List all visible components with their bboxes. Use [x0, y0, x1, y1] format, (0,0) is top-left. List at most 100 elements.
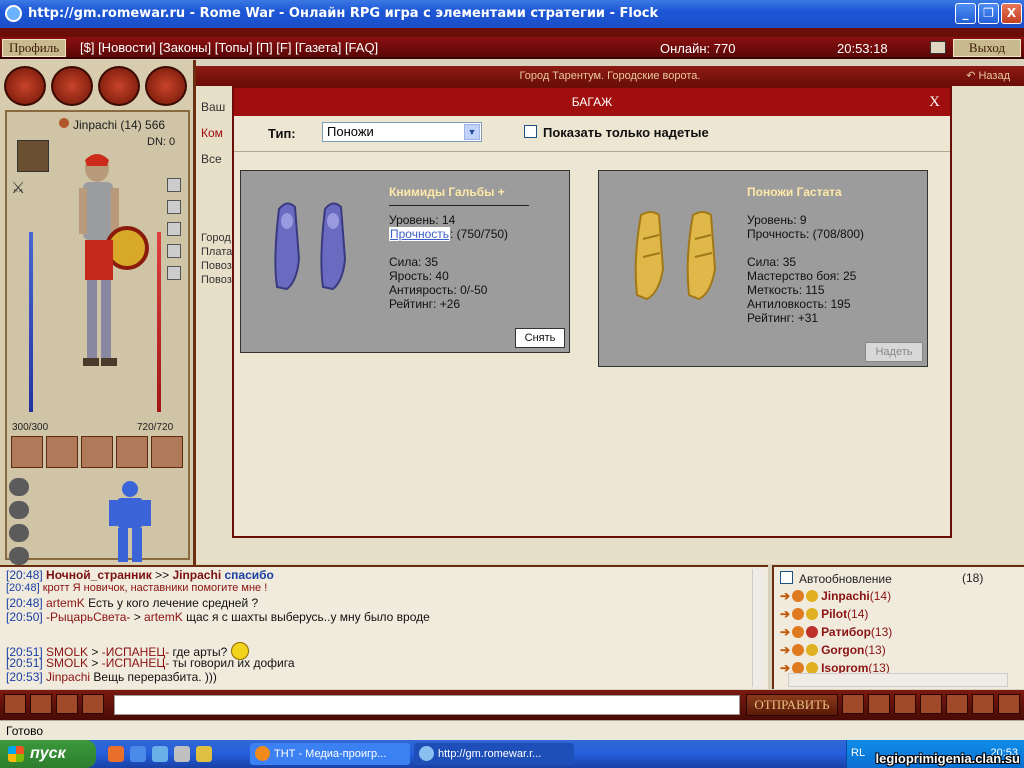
type-select[interactable]: Поножи ▼: [322, 122, 482, 142]
firefox-icon[interactable]: [108, 746, 124, 762]
belt-slot[interactable]: [81, 436, 113, 468]
show-worn-toggle[interactable]: Показать только надетые: [524, 125, 709, 140]
close-window-button[interactable]: X: [1001, 3, 1022, 24]
chat-nick[interactable]: artemK: [46, 596, 85, 610]
alarm-icon[interactable]: [972, 694, 994, 714]
chat-scrollbar[interactable]: [752, 569, 766, 687]
belt-slot[interactable]: [116, 436, 148, 468]
private-arrow-icon[interactable]: ➔: [780, 643, 790, 657]
greaves-image: [634, 211, 717, 301]
side-slot-1[interactable]: [167, 178, 181, 192]
profile-button[interactable]: Профиль: [2, 39, 67, 57]
user-row[interactable]: ➔ Jinpachi(14): [780, 589, 891, 603]
desktop-icon[interactable]: [152, 746, 168, 762]
window-titlebar: http://gm.romewar.ru - Rome War - Онлайн…: [0, 0, 1024, 28]
weapon-slot[interactable]: [17, 140, 49, 172]
show-worn-checkbox[interactable]: [524, 125, 537, 138]
user-name[interactable]: Pilot: [821, 607, 847, 621]
durability-link[interactable]: Прочность: [389, 227, 451, 241]
taskbar-item-media[interactable]: ТНТ - Медиа-проигр...: [250, 743, 410, 765]
player-name[interactable]: Jinpachi (14) 566: [73, 118, 165, 132]
private-arrow-icon[interactable]: ➔: [780, 625, 790, 639]
unequip-button[interactable]: Снять: [515, 328, 565, 348]
user-name[interactable]: Gorgon: [821, 643, 864, 657]
mail-icon[interactable]: [894, 694, 916, 714]
chat-nick[interactable]: Jinpachi: [172, 568, 221, 582]
chat-time[interactable]: [20:48]: [6, 582, 40, 594]
belt-slot[interactable]: [11, 436, 43, 468]
maximize-button[interactable]: ❐: [978, 3, 999, 24]
chat-nick[interactable]: Jinpachi: [46, 670, 90, 684]
chat-time[interactable]: [20:48]: [6, 568, 43, 582]
chat-time[interactable]: [20:53]: [6, 670, 43, 684]
autoupdate-checkbox[interactable]: [780, 571, 793, 584]
taskbar-item-browser[interactable]: http://gm.romewar.r...: [414, 743, 574, 765]
chat-message-input[interactable]: [114, 695, 740, 715]
private-arrow-icon[interactable]: ➔: [780, 607, 790, 621]
chat-time[interactable]: [20:51]: [6, 656, 43, 670]
users-scrollbar[interactable]: [788, 673, 1008, 687]
item-stat: Сила: 35: [389, 255, 439, 269]
flock-icon[interactable]: [196, 746, 212, 762]
back-link[interactable]: ↶ Назад: [966, 66, 1010, 86]
chat-nick[interactable]: SMOLK: [46, 656, 88, 670]
smiles-icon[interactable]: [30, 694, 52, 714]
side-slot-2[interactable]: [167, 200, 181, 214]
ie-icon[interactable]: [130, 746, 146, 762]
chat-line: [20:48] artemK Есть у кого лечение средн…: [6, 596, 258, 610]
info-icon[interactable]: [792, 608, 805, 620]
translit-icon[interactable]: [56, 694, 78, 714]
user-name[interactable]: Ратибор: [821, 625, 871, 639]
bag-dialog: БАГАЖ X Тип: Поножи ▼ Показать только на…: [232, 86, 952, 538]
exit-button[interactable]: Выход: [953, 39, 1021, 57]
top-menu[interactable]: [$] [Новости] [Законы] [Топы] [П] [F] [Г…: [80, 40, 378, 55]
bag-close-button[interactable]: X: [929, 88, 940, 116]
user-row[interactable]: ➔ Pilot(14): [780, 607, 868, 621]
language-indicator[interactable]: RL: [851, 747, 865, 759]
chat-icon[interactable]: [868, 694, 890, 714]
side-slot-4[interactable]: [167, 244, 181, 258]
tile-scroll-icon[interactable]: [98, 66, 140, 106]
side-slot-5[interactable]: [167, 266, 181, 280]
side-slot-3[interactable]: [167, 222, 181, 236]
tile-book-icon[interactable]: [145, 66, 187, 106]
autoupdate-toggle[interactable]: Автообновление: [780, 571, 892, 586]
equip-button[interactable]: Надеть: [865, 342, 923, 362]
belt-slot[interactable]: [151, 436, 183, 468]
online-users: Автообновление (18) ➔ Jinpachi(14) ➔ Pilot…: [772, 565, 1024, 689]
chat-nick[interactable]: Ночной_странник: [46, 568, 152, 582]
chat-time[interactable]: [20:50]: [6, 610, 43, 624]
user-name[interactable]: Jinpachi: [821, 589, 870, 603]
tile-character-icon[interactable]: [51, 66, 93, 106]
chevron-down-icon[interactable]: ▼: [464, 124, 480, 140]
stat-row: [9, 524, 89, 546]
flag-icon[interactable]: [920, 694, 942, 714]
type-label: Тип:: [268, 126, 296, 141]
chat-line: [20:50] -РыцарьСвета- > artemK щас я с ш…: [6, 610, 430, 624]
info-icon[interactable]: [792, 644, 805, 656]
flag-icon[interactable]: [930, 41, 946, 54]
sword-icon[interactable]: [82, 694, 104, 714]
search-icon[interactable]: [842, 694, 864, 714]
tile-inventory-icon[interactable]: [4, 66, 46, 106]
item-rating: Рейтинг: +31: [747, 311, 819, 325]
info-icon[interactable]: [792, 590, 805, 602]
minimize-button[interactable]: _: [955, 3, 976, 24]
chat-time[interactable]: [20:48]: [6, 596, 43, 610]
media-icon[interactable]: [174, 746, 190, 762]
send-button[interactable]: ОТПРАВИТЬ: [746, 694, 838, 716]
chat-line: [20:48] кротт Я новичок, наставники помо…: [6, 582, 267, 594]
stop-icon[interactable]: [946, 694, 968, 714]
chat-nick[interactable]: -ИСПАНЕЦ-: [102, 656, 169, 670]
user-row[interactable]: ➔ Gorgon(13): [780, 643, 886, 657]
chat-nick[interactable]: artemK: [144, 610, 183, 624]
belt-slot[interactable]: [46, 436, 78, 468]
exit-icon[interactable]: [998, 694, 1020, 714]
chat-nick[interactable]: -РыцарьСвета-: [46, 610, 130, 624]
private-arrow-icon[interactable]: ➔: [780, 589, 790, 603]
chat-nick[interactable]: кротт: [43, 582, 70, 594]
info-icon[interactable]: [792, 626, 805, 638]
user-row[interactable]: ➔ Ратибор(13): [780, 625, 892, 639]
scales-icon[interactable]: [4, 694, 26, 714]
start-button[interactable]: пуск: [0, 740, 96, 768]
